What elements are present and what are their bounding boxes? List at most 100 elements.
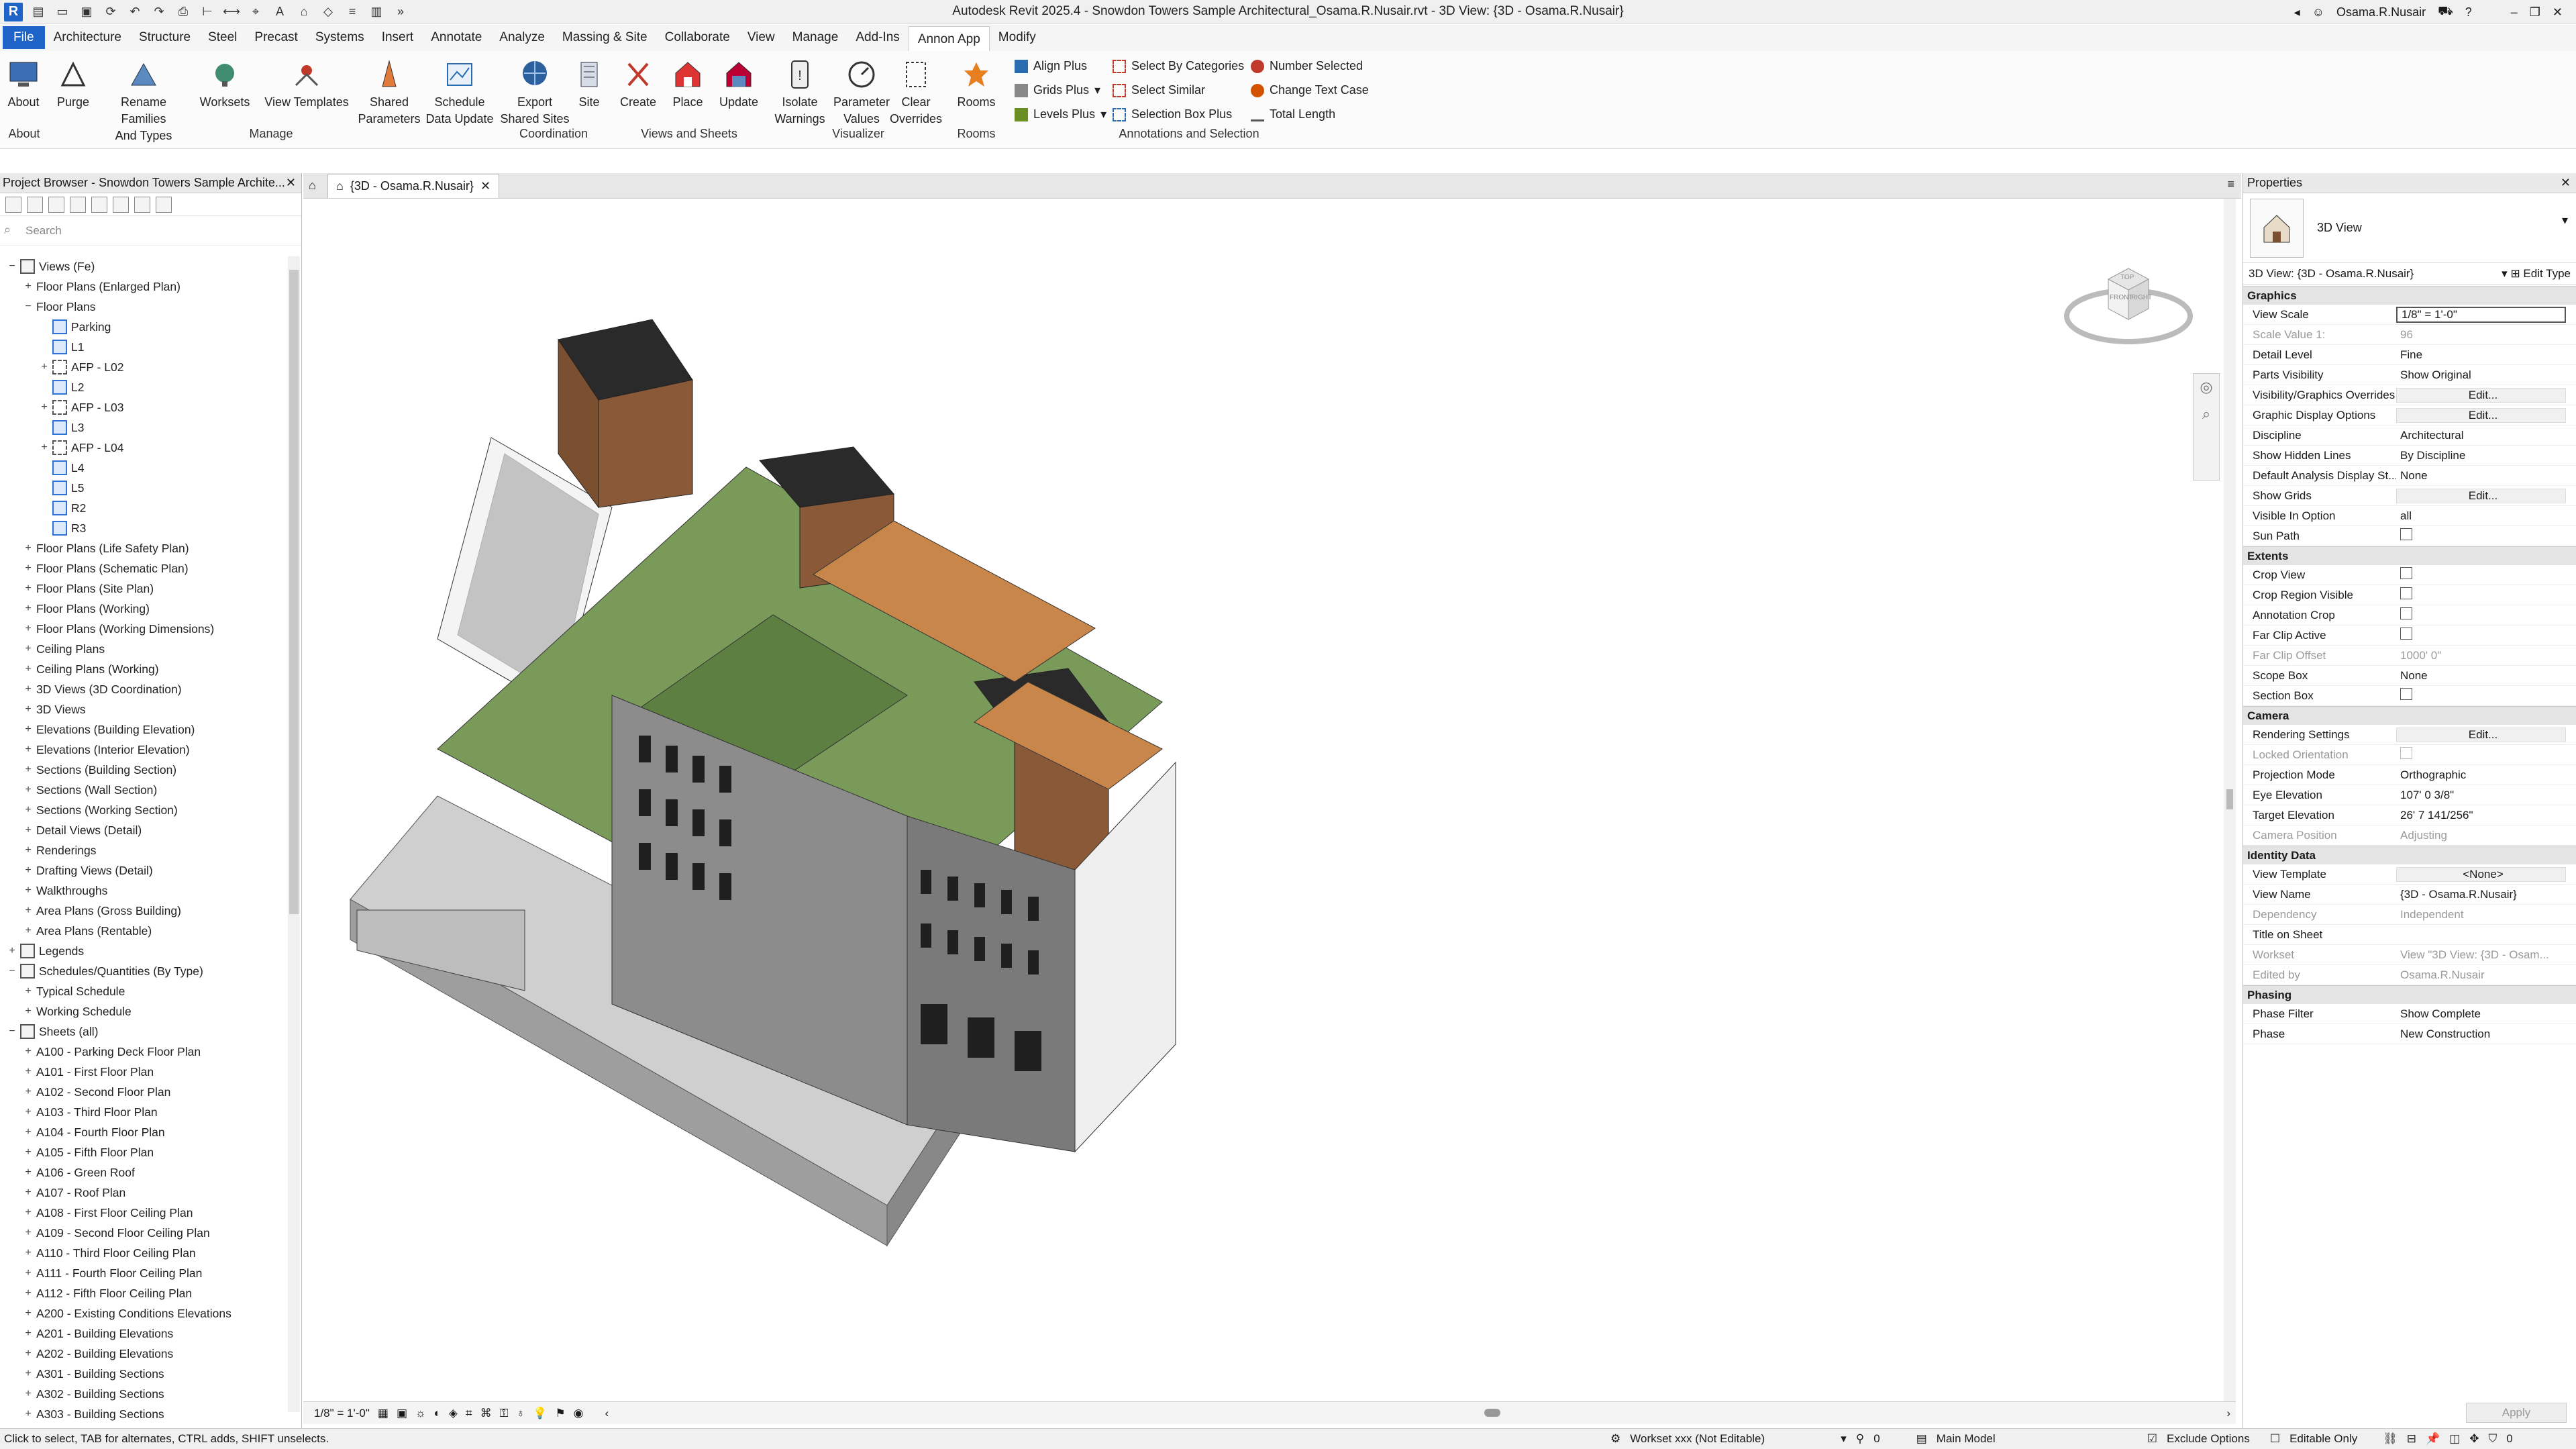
expand-icon[interactable]: + [23, 1146, 34, 1158]
home-icon[interactable]: ⌂ [309, 179, 316, 193]
redo-icon[interactable]: ↷ [150, 3, 168, 21]
tree-item[interactable]: − Sheets (all) [0, 1021, 287, 1042]
editable-only-checkbox[interactable]: ☐ [2270, 1432, 2280, 1446]
edit-type-button[interactable]: Edit Type [2523, 267, 2571, 280]
tree-item[interactable]: + A103 - Third Floor Plan [0, 1102, 287, 1122]
property-value[interactable] [2396, 528, 2576, 544]
property-value[interactable]: all [2396, 509, 2576, 523]
tree-item[interactable]: + Detail Views (Detail) [0, 820, 287, 840]
tree-item[interactable]: + A102 - Second Floor Plan [0, 1082, 287, 1102]
expand-icon[interactable]: + [23, 844, 34, 856]
tree-item[interactable]: L2 [0, 377, 287, 397]
tree-item[interactable]: + Elevations (Interior Elevation) [0, 740, 287, 760]
property-value[interactable]: Adjusting [2396, 829, 2576, 842]
property-value[interactable]: 1/8" = 1'-0" [2396, 306, 2566, 323]
cart-icon[interactable]: ⛟ [2438, 4, 2453, 20]
save-icon[interactable]: ▣ [78, 3, 95, 21]
site-button[interactable]: Site [572, 58, 607, 111]
tab-annon-app[interactable]: Annon App [908, 26, 990, 52]
expand-icon[interactable] [113, 196, 129, 213]
viewcube-top[interactable]: TOP [2120, 274, 2134, 281]
tab-architecture[interactable]: Architecture [45, 26, 130, 49]
tree-item[interactable]: + A112 - Fifth Floor Ceiling Plan [0, 1283, 287, 1303]
property-value[interactable] [2396, 688, 2576, 703]
scroll-left-icon[interactable]: ‹ [605, 1407, 609, 1420]
expand-icon[interactable]: + [23, 1307, 34, 1319]
tab-steel[interactable]: Steel [199, 26, 246, 49]
property-value[interactable]: Architectural [2396, 429, 2576, 442]
tab-massing-site[interactable]: Massing & Site [554, 26, 656, 49]
tab-modify[interactable]: Modify [990, 26, 1045, 49]
steering-wheel-icon[interactable]: ◎ [2194, 374, 2219, 401]
expand-icon[interactable]: + [23, 885, 34, 896]
property-value[interactable]: New Construction [2396, 1028, 2576, 1041]
design-option-selector[interactable]: Main Model [1937, 1432, 2138, 1446]
property-value[interactable]: Edit... [2396, 407, 2566, 423]
create-button[interactable]: Create [617, 58, 659, 111]
expand-icon[interactable]: + [23, 583, 34, 594]
visual-style-icon[interactable]: ▣ [397, 1407, 407, 1420]
expand-icon[interactable]: + [23, 1066, 34, 1077]
close-icon[interactable]: ✕ [286, 176, 296, 190]
tree-item[interactable]: + Area Plans (Rentable) [0, 921, 287, 941]
type-selector[interactable]: 3D View ▾ [2243, 193, 2576, 263]
tab-structure[interactable]: Structure [130, 26, 199, 49]
property-section-header[interactable]: Extents [2243, 546, 2576, 565]
expand-icon[interactable]: + [23, 784, 34, 795]
property-value[interactable]: Fine [2396, 348, 2576, 362]
select-links-icon[interactable]: ⛓ [2383, 1432, 2398, 1446]
property-checkbox[interactable] [2400, 607, 2412, 619]
change-text-case-button[interactable]: Change Text Case [1251, 83, 1369, 97]
search-input[interactable]: Search [25, 224, 62, 238]
expand-icon[interactable]: + [39, 442, 50, 453]
property-checkbox[interactable] [2400, 688, 2412, 700]
tab-view[interactable]: View [739, 26, 784, 49]
maximize-icon[interactable]: ❐ [2530, 5, 2540, 19]
tree-item[interactable]: + Legends [0, 941, 287, 961]
expand-icon[interactable]: + [23, 663, 34, 674]
tree-item[interactable]: + A303 - Building Sections [0, 1404, 287, 1424]
exclude-options-checkbox[interactable]: ☑ [2147, 1432, 2157, 1446]
collapse-icon[interactable]: − [7, 965, 17, 977]
tab-annotate[interactable]: Annotate [422, 26, 491, 49]
sync-icon[interactable]: ⟳ [102, 3, 119, 21]
tab-manage[interactable]: Manage [784, 26, 847, 49]
expand-icon[interactable]: + [23, 1368, 34, 1379]
expand-icon[interactable]: + [23, 723, 34, 735]
expand-icon[interactable]: + [7, 945, 17, 956]
expand-icon[interactable]: + [39, 401, 50, 413]
expand-icon[interactable]: + [23, 1106, 34, 1117]
property-value[interactable]: 1000' 0" [2396, 649, 2576, 662]
close-icon[interactable]: ✕ [2561, 176, 2571, 190]
dimension-icon[interactable]: ⟷ [223, 3, 240, 21]
selection-box-plus-button[interactable]: Selection Box Plus [1113, 107, 1232, 121]
expand-icon[interactable]: + [23, 1328, 34, 1339]
tree-item[interactable]: + Renderings [0, 840, 287, 860]
open-folder-icon[interactable]: ▭ [54, 3, 71, 21]
thin-lines-icon[interactable]: ≡ [344, 3, 361, 21]
tree-item[interactable]: + Floor Plans (Schematic Plan) [0, 558, 287, 579]
select-by-face-icon[interactable]: ◫ [2449, 1432, 2460, 1446]
expand-icon[interactable]: + [23, 764, 34, 775]
tree-item[interactable]: + A302 - Building Sections [0, 1384, 287, 1404]
apply-button[interactable]: Apply [2466, 1403, 2567, 1423]
scrollbar-thumb[interactable] [2226, 789, 2233, 809]
property-value[interactable]: None [2396, 469, 2576, 483]
tree-item[interactable]: L1 [0, 337, 287, 357]
view-templates-button[interactable]: View Templates [263, 58, 350, 111]
tree-item[interactable]: + A104 - Fourth Floor Plan [0, 1122, 287, 1142]
tree-item[interactable]: + Elevations (Building Elevation) [0, 719, 287, 740]
tree-item[interactable]: + Floor Plans (Enlarged Plan) [0, 277, 287, 297]
viewcube[interactable]: TOP FRONT RIGHT [2061, 252, 2196, 353]
property-value[interactable]: Edit... [2396, 387, 2566, 403]
expand-icon[interactable]: + [23, 1187, 34, 1198]
scrollbar-thumb[interactable] [289, 270, 299, 914]
canvas-vertical-scrollbar[interactable] [2224, 199, 2236, 1401]
menu-icon[interactable]: ≡ [2227, 177, 2234, 191]
tree-item[interactable]: L3 [0, 417, 287, 438]
expand-icon[interactable]: + [23, 925, 34, 936]
property-value[interactable] [2396, 587, 2576, 603]
expand-icon[interactable]: + [39, 361, 50, 372]
legend-icon[interactable] [91, 196, 107, 213]
highlight-icon[interactable]: ◉ [574, 1407, 584, 1420]
